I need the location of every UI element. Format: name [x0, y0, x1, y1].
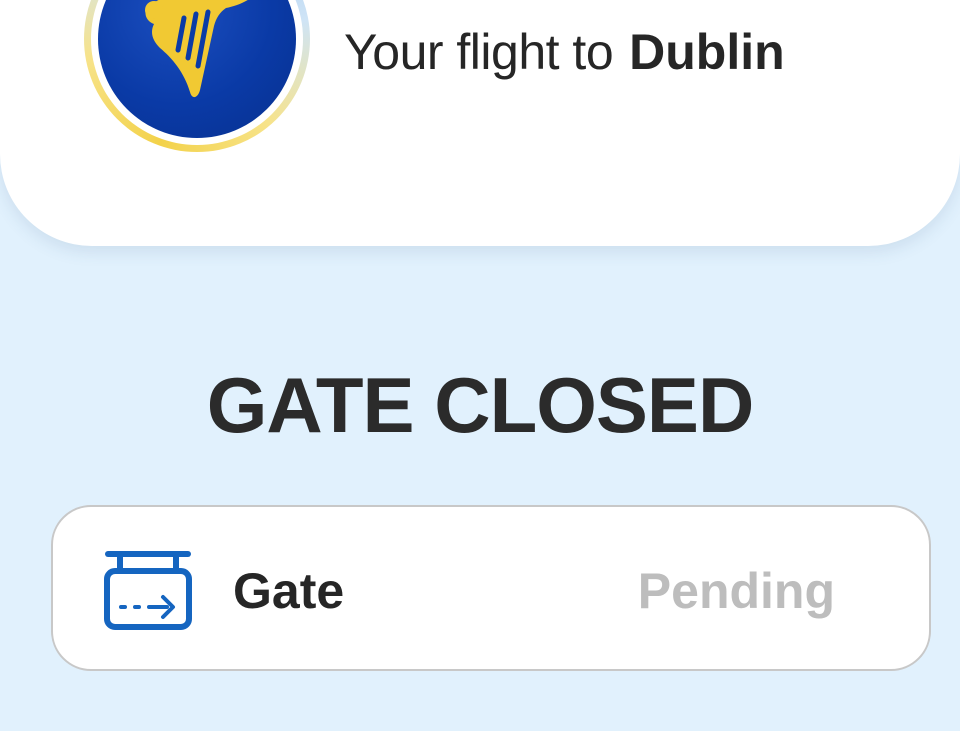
gate-status-heading: GATE CLOSED: [206, 361, 755, 449]
harp-icon: [145, 0, 248, 97]
airline-logo: [84, 0, 310, 152]
gate-sign-icon: [104, 551, 192, 630]
gate-info-card: Gate Pending: [51, 505, 931, 671]
destination-city: Dublin: [629, 24, 785, 80]
gate-label: Gate: [233, 563, 345, 619]
title-prefix: Your flight to: [344, 24, 614, 80]
gate-value: Pending: [637, 563, 835, 619]
flight-destination-title: Your flight to Dublin: [344, 24, 785, 80]
flight-header-card: Your flight to Dublin: [0, 0, 960, 246]
